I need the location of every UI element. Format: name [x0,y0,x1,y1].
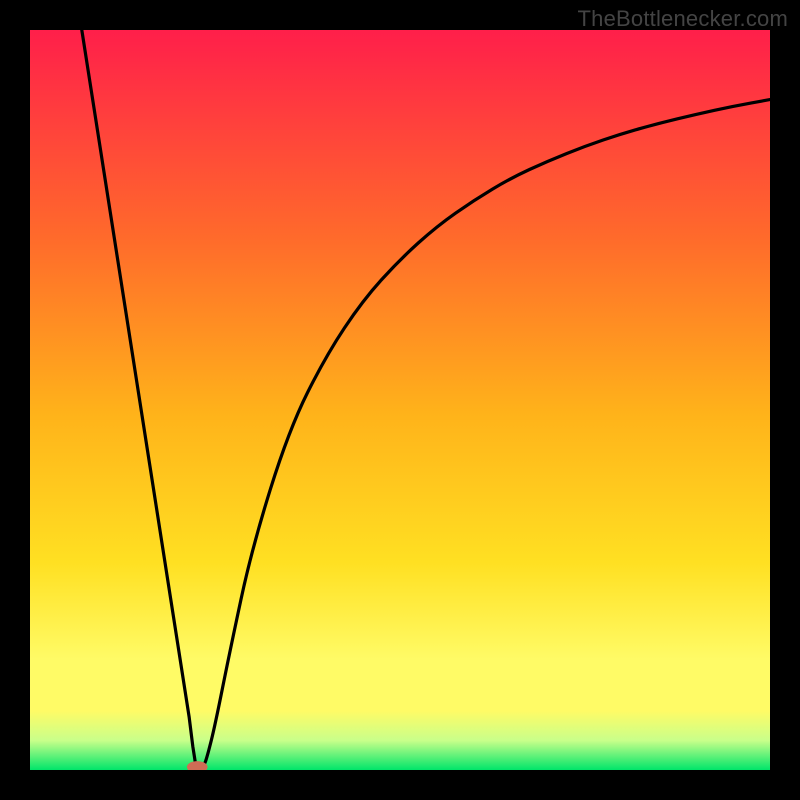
plot-area [30,30,770,770]
watermark-text: TheBottlenecker.com [578,6,788,32]
chart-frame: TheBottlenecker.com [0,0,800,800]
chart-svg [30,30,770,770]
